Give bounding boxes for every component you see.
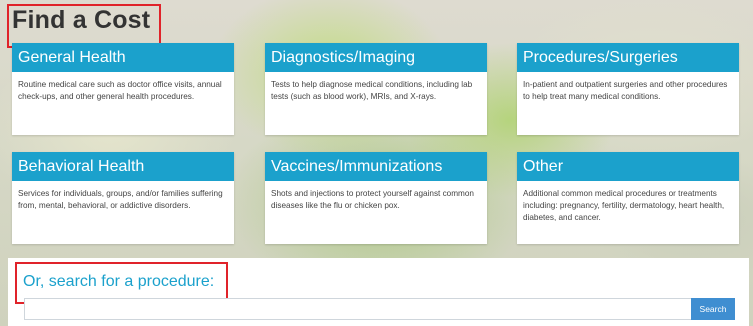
category-card-other[interactable]: Other Additional common medical procedur…: [517, 152, 739, 244]
category-card-description: Additional common medical procedures or …: [523, 189, 725, 222]
category-card-title: Behavioral Health: [12, 152, 234, 181]
category-card-description: Tests to help diagnose medical condition…: [271, 80, 473, 101]
category-card-title: General Health: [12, 43, 234, 72]
category-card-general-health[interactable]: General Health Routine medical care such…: [12, 43, 234, 135]
search-label: Or, search for a procedure:: [23, 273, 215, 290]
category-card-behavioral-health[interactable]: Behavioral Health Services for individua…: [12, 152, 234, 244]
category-card-description: Services for individuals, groups, and/or…: [18, 189, 223, 210]
category-card-title: Procedures/Surgeries: [517, 43, 739, 72]
procedure-search-input[interactable]: [24, 298, 691, 320]
category-card-description: In-patient and outpatient surgeries and …: [523, 80, 728, 101]
category-card-vaccines-immunizations[interactable]: Vaccines/Immunizations Shots and injecti…: [265, 152, 487, 244]
category-card-title: Vaccines/Immunizations: [265, 152, 487, 181]
search-button[interactable]: Search: [691, 298, 735, 320]
category-card-diagnostics-imaging[interactable]: Diagnostics/Imaging Tests to help diagno…: [265, 43, 487, 135]
category-card-description: Routine medical care such as doctor offi…: [18, 80, 222, 101]
category-card-title: Diagnostics/Imaging: [265, 43, 487, 72]
category-card-title: Other: [517, 152, 739, 181]
category-card-description: Shots and injections to protect yourself…: [271, 189, 474, 210]
page-title: Find a Cost: [12, 6, 151, 34]
category-card-procedures-surgeries[interactable]: Procedures/Surgeries In-patient and outp…: [517, 43, 739, 135]
